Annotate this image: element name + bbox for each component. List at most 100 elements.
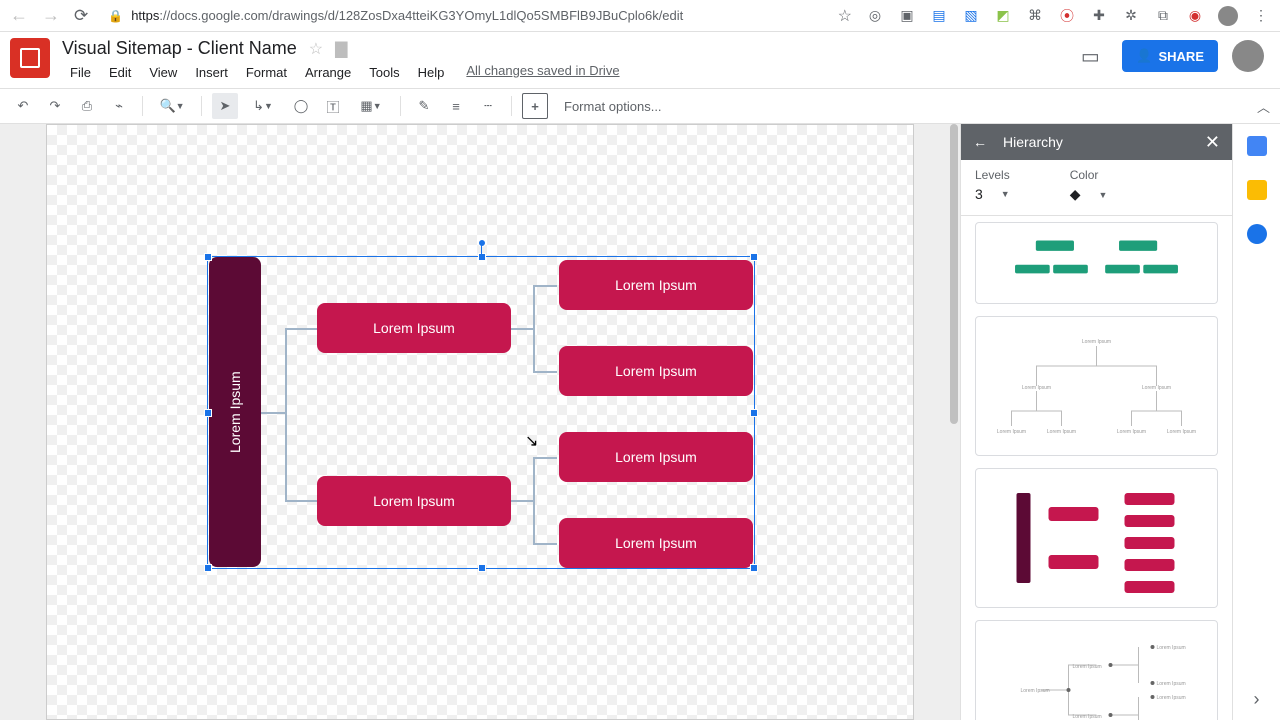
separator [201,96,202,116]
ext-badge-icon[interactable]: ◉ [1186,7,1204,25]
resize-handle[interactable] [750,409,758,417]
ext-link-icon[interactable]: ⧉ [1154,7,1172,25]
back-button[interactable]: ← [10,5,28,26]
ext-plus-icon[interactable]: ✚ [1090,7,1108,25]
menu-format[interactable]: Format [238,63,295,82]
panel-back-button[interactable]: ← [973,134,987,150]
line-dash-button[interactable]: ┄ [475,93,501,119]
menu-help[interactable]: Help [410,63,453,82]
line-weight-button[interactable]: ≡ [443,93,469,119]
ext-image-icon[interactable]: ▧ [962,7,980,25]
resize-handle[interactable] [750,564,758,572]
profile-avatar-icon[interactable] [1218,6,1238,26]
paint-format-button[interactable]: ⌁ [106,93,132,119]
menu-arrange[interactable]: Arrange [297,63,359,82]
levels-label: Levels [975,168,1010,182]
svg-text:Lorem Ipsum: Lorem Ipsum [1157,695,1186,701]
menu-view[interactable]: View [141,63,185,82]
comments-button[interactable]: ▭ [1072,38,1108,74]
resize-handle[interactable] [750,253,758,261]
template-list[interactable]: Lorem Ipsum Lorem Ipsum Lorem Ipsum Lorem I… [961,216,1232,720]
zoom-dropdown[interactable]: 🔍 ▼ [153,93,191,119]
move-folder-button[interactable]: ▇ [335,39,347,59]
add-button[interactable]: + [522,93,548,119]
ext-shield-icon[interactable]: ◎ [866,7,884,25]
browser-chrome: ← → ⟳ 🔒 https://docs.google.com/drawings… [0,0,1280,32]
star-button[interactable]: ☆ [309,39,323,59]
levels-dropdown[interactable]: 3 ▼ [975,186,1010,202]
scrollbar-thumb[interactable] [950,124,958,424]
star-icon[interactable]: ☆ [838,6,852,26]
separator [400,96,401,116]
keep-icon[interactable] [1247,180,1267,200]
forward-button[interactable]: → [42,5,60,26]
svg-text:Lorem Ipsum: Lorem Ipsum [1157,645,1186,651]
toolbar: ↶ ↷ ⎙ ⌁ 🔍 ▼ ➤ ↳ ▼ ◯ 🅃 ▦ ▼ ✎ ≡ ┄ + Format… [0,88,1280,124]
template-thumbnail[interactable]: Lorem IpsumLorem IpsumLorem IpsumLorem I… [975,316,1218,456]
ext-code-icon[interactable]: ⌘ [1026,7,1044,25]
pen-color-button[interactable]: ✎ [411,93,437,119]
chevron-down-icon: ▼ [1001,189,1010,199]
ext-gear-icon[interactable]: ✲ [1122,7,1140,25]
panel-header: ← Hierarchy ✕ [961,124,1232,160]
template-thumbnail[interactable]: Lorem Ipsum Lorem Ipsum Lorem Ipsum Lorem I… [975,620,1218,720]
drawings-app-icon[interactable] [10,38,50,78]
ext-box-icon[interactable]: ▤ [930,7,948,25]
svg-text:Lorem Ipsum: Lorem Ipsum [1167,429,1196,435]
canvas-area[interactable]: Lorem Ipsum Lorem Ipsum Lorem Ipsum Lore… [0,124,960,720]
template-thumbnail[interactable] [975,468,1218,608]
menu-insert[interactable]: Insert [187,63,236,82]
svg-text:Lorem Ipsum: Lorem Ipsum [1022,385,1051,391]
resize-handle[interactable] [204,253,212,261]
document-title[interactable]: Visual Sitemap - Client Name [62,38,297,59]
rotate-handle[interactable] [478,239,486,247]
menu-edit[interactable]: Edit [101,63,139,82]
tasks-icon[interactable] [1247,224,1267,244]
share-button[interactable]: 👤 SHARE [1122,40,1218,72]
rail-expand-button[interactable]: › [1254,689,1260,710]
panel-title: Hierarchy [1003,134,1063,150]
ext-crop-icon[interactable]: ◩ [994,7,1012,25]
address-bar[interactable]: 🔒 https://docs.google.com/drawings/d/128… [102,8,823,23]
svg-text:Lorem Ipsum: Lorem Ipsum [1073,714,1102,720]
drawing-canvas[interactable]: Lorem Ipsum Lorem Ipsum Lorem Ipsum Lore… [46,124,914,720]
select-tool[interactable]: ➤ [212,93,238,119]
save-status[interactable]: All changes saved in Drive [466,63,619,82]
rotate-stem [481,245,482,255]
panel-controls: Levels 3 ▼ Color ◆ ▼ [961,160,1232,216]
line-tool[interactable]: ↳ ▼ [244,93,282,119]
cursor-icon: ↘ [525,431,538,451]
image-tool[interactable]: ▦ ▼ [352,93,390,119]
color-picker[interactable]: ◆ ▼ [1070,186,1108,203]
format-options-button[interactable]: Format options... [554,99,662,114]
redo-button[interactable]: ↷ [42,93,68,119]
scrollbar[interactable] [946,124,960,720]
shape-tool[interactable]: ◯ [288,93,314,119]
textbox-tool[interactable]: 🅃 [320,93,346,119]
lock-icon: 🔒 [108,9,123,23]
reload-button[interactable]: ⟳ [74,6,88,26]
account-avatar[interactable] [1232,40,1264,72]
ext-pin-icon[interactable]: ⦿ [1058,7,1076,25]
collapse-toolbar-button[interactable]: ︿ [1257,97,1270,116]
resize-handle[interactable] [478,564,486,572]
svg-text:Lorem Ipsum: Lorem Ipsum [1021,688,1050,694]
svg-text:Lorem Ipsum: Lorem Ipsum [1117,429,1146,435]
menu-file[interactable]: File [62,63,99,82]
separator [142,96,143,116]
resize-handle[interactable] [204,564,212,572]
resize-handle[interactable] [204,409,212,417]
extensions-tray: ◎ ▣ ▤ ▧ ◩ ⌘ ⦿ ✚ ✲ ⧉ ◉ ⋮ [866,6,1270,26]
side-area: ← Hierarchy ✕ Levels 3 ▼ Color ◆ ▼ [960,124,1280,720]
ext-camera-icon[interactable]: ▣ [898,7,916,25]
chrome-menu-icon[interactable]: ⋮ [1252,7,1270,25]
template-thumbnail[interactable] [975,222,1218,304]
person-add-icon: 👤 [1136,48,1152,64]
selection-box[interactable] [207,256,755,569]
print-button[interactable]: ⎙ [74,93,100,119]
panel-close-button[interactable]: ✕ [1205,132,1220,153]
resize-handle[interactable] [478,253,486,261]
undo-button[interactable]: ↶ [10,93,36,119]
menu-tools[interactable]: Tools [361,63,407,82]
calendar-icon[interactable] [1247,136,1267,156]
